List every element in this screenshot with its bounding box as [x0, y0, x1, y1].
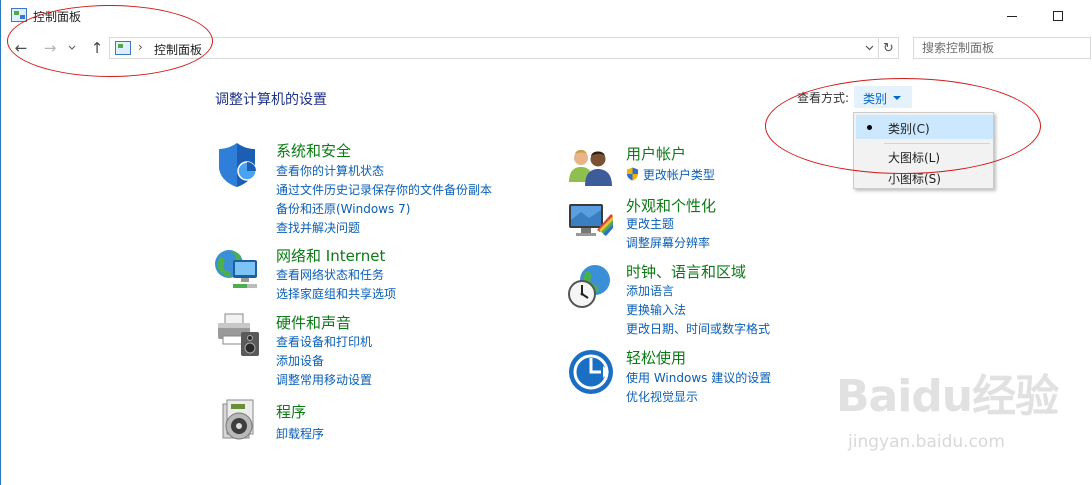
breadcrumb-separator: › — [138, 40, 143, 54]
search-input[interactable] — [914, 38, 1064, 58]
link-file-history-backup[interactable]: 通过文件历史记录保存你的文件备份副本 — [276, 181, 492, 198]
link-check-computer-status[interactable]: 查看你的计算机状态 — [276, 162, 384, 179]
link-devices-printers[interactable]: 查看设备和打印机 — [276, 333, 372, 350]
title-bar: 控制面板 — [1, 0, 1092, 32]
clock-globe-icon[interactable] — [565, 262, 613, 310]
link-label: 更改帐户类型 — [642, 168, 715, 182]
minimize-icon — [1007, 15, 1017, 17]
link-add-device[interactable]: 添加设备 — [276, 352, 324, 369]
address-bar[interactable]: › 控制面板 — [109, 37, 879, 59]
page-title: 调整计算机的设置 — [215, 92, 327, 108]
menu-item-label: 类别(C) — [888, 122, 930, 136]
watermark-logo: Baidu经验 — [836, 371, 1059, 422]
link-mobility-settings[interactable]: 调整常用移动设置 — [276, 371, 372, 388]
forward-button[interactable]: → — [39, 36, 61, 60]
link-backup-restore[interactable]: 备份和还原(Windows 7) — [276, 200, 410, 217]
link-network-status[interactable]: 查看网络状态和任务 — [276, 266, 384, 283]
menu-item-category[interactable]: 类别(C) — [856, 115, 993, 139]
view-by-menu: 类别(C) 大图标(L) 小图标(S) — [853, 112, 994, 189]
category-programs[interactable]: 程序 — [276, 401, 306, 422]
link-recommended-settings[interactable]: 使用 Windows 建议的设置 — [626, 369, 771, 386]
navigation-bar: ← → ↑ › 控制面板 ↻ — [1, 34, 1092, 62]
category-clock-language-region[interactable]: 时钟、语言和区域 — [626, 261, 746, 282]
category-ease-of-access[interactable]: 轻松使用 — [626, 347, 686, 368]
dropdown-arrow-icon — [893, 96, 901, 100]
link-homegroup-sharing[interactable]: 选择家庭组和共享选项 — [276, 285, 396, 302]
users-icon[interactable] — [567, 142, 615, 190]
back-button[interactable]: ← — [10, 36, 32, 60]
search-box[interactable] — [913, 37, 1091, 59]
selected-bullet-icon — [867, 125, 872, 130]
window-title: 控制面板 — [33, 10, 82, 24]
link-change-date-time-format[interactable]: 更改日期、时间或数字格式 — [626, 320, 770, 337]
category-hardware-sound[interactable]: 硬件和声音 — [276, 312, 351, 333]
maximize-button[interactable] — [1035, 0, 1081, 32]
up-button[interactable]: ↑ — [86, 36, 108, 60]
network-globe-icon[interactable] — [213, 244, 261, 292]
link-change-account-type[interactable]: 更改帐户类型 — [626, 166, 715, 183]
refresh-button[interactable]: ↻ — [879, 37, 899, 59]
view-by-value: 类别 — [863, 92, 888, 106]
view-by-label: 查看方式: — [797, 91, 850, 105]
category-appearance-personalization[interactable]: 外观和个性化 — [626, 195, 716, 216]
monitor-brush-icon[interactable] — [567, 196, 615, 244]
view-by-dropdown[interactable]: 类别 — [854, 86, 912, 108]
control-panel-window: 控制面板 ← → ↑ › 控制面板 ↻ 调整计算机的设置 查看方式: 类别 — [0, 0, 1092, 485]
menu-item-label: 小图标(S) — [888, 172, 941, 186]
menu-item-label: 大图标(L) — [888, 151, 941, 165]
watermark-url: jingyan.baidu.com — [848, 432, 1005, 452]
chevron-down-icon — [865, 45, 873, 51]
category-network-internet[interactable]: 网络和 Internet — [276, 245, 385, 266]
control-panel-icon — [11, 8, 27, 22]
menu-item-small-icons[interactable]: 小图标(S) — [856, 165, 993, 189]
control-panel-icon — [115, 41, 131, 55]
link-change-input-method[interactable]: 更换输入法 — [626, 301, 686, 318]
category-system-security[interactable]: 系统和安全 — [276, 140, 351, 161]
baidu-watermark: Baidu经验 jingyan.baidu.com — [836, 360, 1086, 460]
maximize-icon — [1053, 11, 1063, 21]
ease-of-access-icon[interactable] — [567, 348, 615, 396]
link-change-theme[interactable]: 更改主题 — [626, 215, 674, 232]
category-user-accounts[interactable]: 用户帐户 — [626, 143, 686, 164]
link-uninstall-program[interactable]: 卸载程序 — [276, 425, 324, 442]
link-troubleshoot[interactable]: 查找并解决问题 — [276, 219, 360, 236]
chevron-down-icon — [68, 45, 76, 50]
programs-disc-icon[interactable] — [217, 398, 265, 446]
minimize-button[interactable] — [989, 0, 1035, 32]
uac-shield-icon — [627, 167, 638, 181]
link-optimize-visual-display[interactable]: 优化视觉显示 — [626, 388, 698, 405]
printer-speaker-icon[interactable] — [215, 310, 263, 358]
link-add-language[interactable]: 添加语言 — [626, 282, 674, 299]
recent-locations-button[interactable] — [64, 36, 80, 60]
shield-icon[interactable] — [215, 140, 263, 188]
address-history-button[interactable] — [862, 39, 876, 57]
breadcrumb-control-panel[interactable]: 控制面板 — [154, 41, 202, 58]
link-screen-resolution[interactable]: 调整屏幕分辨率 — [626, 234, 710, 251]
